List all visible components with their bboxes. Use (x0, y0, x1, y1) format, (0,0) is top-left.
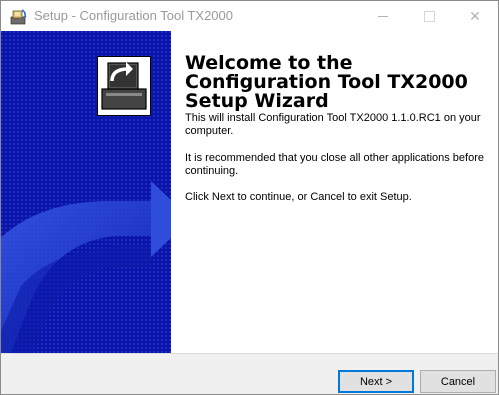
maximize-icon (423, 10, 435, 22)
close-button[interactable]: ✕ (452, 1, 498, 31)
close-icon: ✕ (469, 7, 481, 24)
next-button[interactable]: Next > (338, 370, 414, 393)
install-description: This will install Configuration Tool TX2… (185, 112, 481, 137)
window-title: Setup - Configuration Tool TX2000 (34, 8, 233, 23)
installer-computer-icon (101, 62, 147, 110)
welcome-heading: Welcome to the Configuration Tool TX2000… (185, 52, 468, 112)
cancel-button[interactable]: Cancel (420, 370, 496, 393)
title-bar[interactable]: Setup - Configuration Tool TX2000 ✕ (1, 1, 498, 31)
close-apps-recommendation: It is recommended that you close all oth… (185, 152, 484, 177)
maximize-button[interactable] (406, 1, 452, 31)
setup-app-icon (10, 9, 27, 25)
setup-icon-frame (97, 56, 151, 116)
wizard-banner-image (1, 31, 171, 353)
button-bar: Next > Cancel (1, 353, 498, 394)
setup-wizard-window: Setup - Configuration Tool TX2000 ✕ Welc… (0, 0, 499, 395)
minimize-icon (378, 15, 388, 17)
minimize-button[interactable] (360, 1, 406, 31)
continue-instructions: Click Next to continue, or Cancel to exi… (185, 191, 412, 203)
